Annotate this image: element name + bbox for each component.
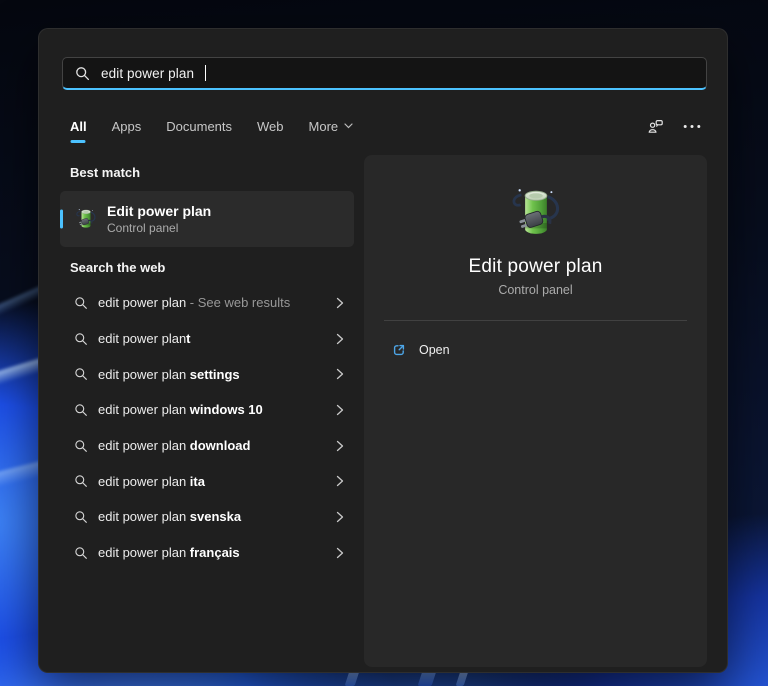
search-icon [74, 546, 88, 560]
tab-web[interactable]: Web [257, 119, 284, 134]
best-match-result[interactable]: Edit power plan Control panel [60, 191, 354, 247]
web-suggestion-item[interactable]: edit power plan download [60, 428, 354, 464]
chevron-right-icon [336, 511, 344, 523]
web-suggestion-item[interactable]: edit power plan - See web results [60, 285, 354, 321]
web-suggestion-item[interactable]: edit power plan svenska [60, 499, 354, 535]
best-match-title: Edit power plan [107, 203, 211, 219]
search-header-actions [647, 118, 701, 135]
chevron-right-icon [336, 297, 344, 309]
search-icon [74, 439, 88, 453]
search-icon [74, 367, 88, 381]
wallpaper-streak [418, 671, 437, 686]
tab-documents[interactable]: Documents [166, 119, 232, 134]
search-icon [74, 403, 88, 417]
search-filter-tabs: All Apps Documents Web More [70, 111, 701, 141]
tab-all[interactable]: All [70, 119, 87, 134]
preview-title: Edit power plan [364, 256, 707, 278]
text-caret [205, 65, 206, 81]
chevron-right-icon [336, 475, 344, 487]
result-preview-pane: Edit power plan Control panel Open [364, 155, 707, 667]
search-icon [75, 66, 90, 81]
chevron-right-icon [336, 440, 344, 452]
preview-subtitle: Control panel [364, 283, 707, 297]
tab-more[interactable]: More [309, 119, 354, 134]
chevron-down-icon [344, 123, 353, 129]
selection-accent-bar [60, 210, 63, 229]
battery-power-plan-icon [507, 181, 565, 245]
search-icon [74, 510, 88, 524]
web-suggestion-item[interactable]: edit power plan ita [60, 463, 354, 499]
search-flyout-panel: edit power plan All Apps Documents Web M… [38, 28, 728, 673]
web-suggestion-item[interactable]: edit power plan windows 10 [60, 392, 354, 428]
best-match-heading: Best match [70, 165, 140, 180]
tab-apps[interactable]: Apps [112, 119, 142, 134]
web-suggestion-item[interactable]: edit power plan settings [60, 356, 354, 392]
chevron-right-icon [336, 333, 344, 345]
search-web-heading: Search the web [70, 260, 165, 275]
desktop: edit power plan All Apps Documents Web M… [0, 0, 768, 686]
web-suggestion-item[interactable]: edit power plan français [60, 535, 354, 571]
search-input[interactable]: edit power plan [62, 57, 707, 90]
ellipsis-icon[interactable] [683, 124, 701, 129]
chevron-right-icon [336, 404, 344, 416]
wallpaper-streak [345, 671, 360, 686]
web-suggestion-list: edit power plan - See web results edit p… [60, 285, 354, 571]
search-icon [74, 332, 88, 346]
best-match-subtitle: Control panel [107, 221, 211, 235]
search-icon [74, 296, 88, 310]
battery-power-plan-icon [74, 206, 98, 232]
open-action[interactable]: Open [384, 335, 458, 365]
open-button-label: Open [419, 343, 450, 357]
web-suggestion-item[interactable]: edit power plant [60, 321, 354, 357]
search-query-text: edit power plan [101, 66, 194, 81]
open-external-icon [392, 343, 406, 357]
chevron-right-icon [336, 368, 344, 380]
search-icon [74, 474, 88, 488]
person-chat-icon[interactable] [647, 118, 664, 135]
divider [384, 320, 687, 321]
wallpaper-streak [456, 671, 469, 686]
chevron-right-icon [336, 547, 344, 559]
